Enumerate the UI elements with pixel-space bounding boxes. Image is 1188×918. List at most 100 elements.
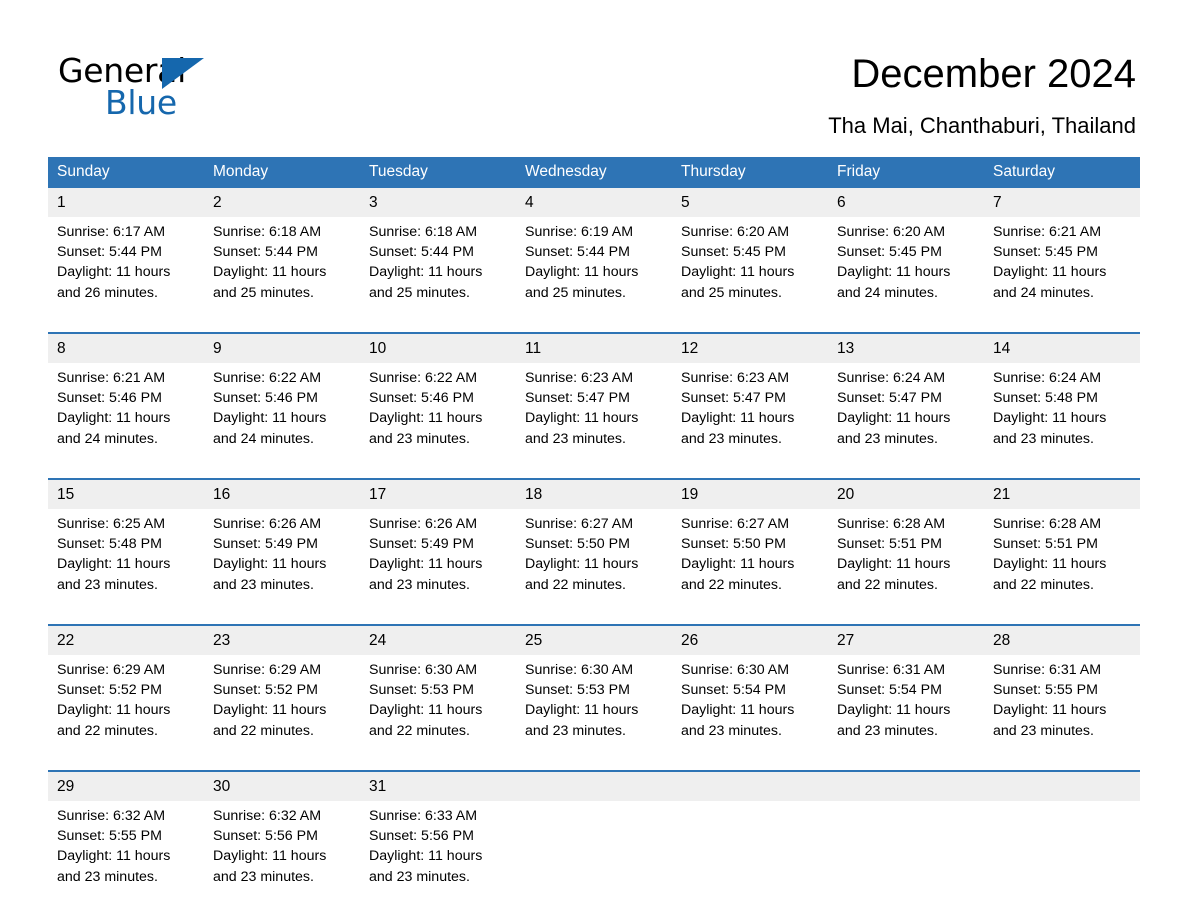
- week-date-row: 15 16 17 18 19 20 21: [48, 478, 1140, 509]
- day-cell: Sunrise: 6:24 AM Sunset: 5:48 PM Dayligh…: [984, 363, 1140, 479]
- daylight-text-line2: and 23 minutes.: [993, 430, 1094, 447]
- sunrise-text: Sunrise: 6:30 AM: [525, 662, 634, 678]
- daylight-text-line2: and 25 minutes.: [369, 284, 470, 301]
- sunrise-text: Sunrise: 6:22 AM: [369, 370, 478, 386]
- day-cell: Sunrise: 6:18 AM Sunset: 5:44 PM Dayligh…: [204, 217, 360, 333]
- day-cell: Sunrise: 6:33 AM Sunset: 5:56 PM Dayligh…: [360, 801, 516, 916]
- week-date-row: 29 30 31: [48, 770, 1140, 801]
- day-cell-empty: [828, 801, 984, 916]
- sunrise-text: Sunrise: 6:29 AM: [57, 662, 166, 678]
- sunrise-text: Sunrise: 6:26 AM: [369, 516, 478, 532]
- day-number: 12: [672, 332, 828, 363]
- sunset-text: Sunset: 5:46 PM: [57, 390, 162, 407]
- sunset-text: Sunset: 5:47 PM: [525, 390, 630, 407]
- sunset-text: Sunset: 5:52 PM: [213, 682, 318, 699]
- day-number: 23: [204, 624, 360, 655]
- daylight-text-line1: Daylight: 11 hours: [837, 410, 951, 427]
- day-cell: Sunrise: 6:27 AM Sunset: 5:50 PM Dayligh…: [672, 509, 828, 625]
- day-number: 17: [360, 478, 516, 509]
- daylight-text-line1: Daylight: 11 hours: [57, 556, 171, 573]
- daylight-text-line2: and 25 minutes.: [213, 284, 314, 301]
- daylight-text-line2: and 24 minutes.: [213, 430, 314, 447]
- day-number: 30: [204, 770, 360, 801]
- daylight-text-line1: Daylight: 11 hours: [369, 848, 483, 865]
- calendar-header-row: Sunday Monday Tuesday Wednesday Thursday…: [48, 157, 1140, 188]
- day-cell: Sunrise: 6:17 AM Sunset: 5:44 PM Dayligh…: [48, 217, 204, 333]
- daylight-text-line2: and 23 minutes.: [837, 430, 938, 447]
- sunset-text: Sunset: 5:49 PM: [369, 536, 474, 553]
- sunset-text: Sunset: 5:44 PM: [213, 244, 318, 261]
- weekday-header-tuesday: Tuesday: [360, 157, 516, 188]
- day-number: 9: [204, 332, 360, 363]
- sunrise-text: Sunrise: 6:24 AM: [993, 370, 1102, 386]
- weekday-header-saturday: Saturday: [984, 157, 1140, 188]
- day-cell: Sunrise: 6:30 AM Sunset: 5:53 PM Dayligh…: [516, 655, 672, 771]
- sunset-text: Sunset: 5:55 PM: [993, 682, 1098, 699]
- logo-text-blue: Blue: [105, 83, 177, 122]
- day-number: 28: [984, 624, 1140, 655]
- sunrise-text: Sunrise: 6:23 AM: [525, 370, 634, 386]
- sunset-text: Sunset: 5:50 PM: [681, 536, 786, 553]
- sunset-text: Sunset: 5:45 PM: [993, 244, 1098, 261]
- daylight-text-line1: Daylight: 11 hours: [993, 264, 1107, 281]
- daylight-text-line2: and 23 minutes.: [369, 576, 470, 593]
- day-number: 4: [516, 188, 672, 217]
- sunset-text: Sunset: 5:56 PM: [369, 828, 474, 845]
- daylight-text-line1: Daylight: 11 hours: [525, 410, 639, 427]
- day-cell: Sunrise: 6:25 AM Sunset: 5:48 PM Dayligh…: [48, 509, 204, 625]
- day-cell: Sunrise: 6:29 AM Sunset: 5:52 PM Dayligh…: [48, 655, 204, 771]
- daylight-text-line2: and 22 minutes.: [213, 722, 314, 739]
- week-info-row: Sunrise: 6:32 AM Sunset: 5:55 PM Dayligh…: [48, 801, 1140, 916]
- day-number-empty: [672, 770, 828, 801]
- calendar-page: General Blue December 2024 Tha Mai, Chan…: [0, 0, 1188, 918]
- daylight-text-line1: Daylight: 11 hours: [525, 702, 639, 719]
- daylight-text-line1: Daylight: 11 hours: [837, 264, 951, 281]
- sunrise-text: Sunrise: 6:26 AM: [213, 516, 322, 532]
- location-subtitle: Tha Mai, Chanthaburi, Thailand: [828, 113, 1136, 138]
- day-number: 2: [204, 188, 360, 217]
- day-number-empty: [828, 770, 984, 801]
- day-cell: Sunrise: 6:29 AM Sunset: 5:52 PM Dayligh…: [204, 655, 360, 771]
- daylight-text-line1: Daylight: 11 hours: [369, 702, 483, 719]
- day-cell: Sunrise: 6:22 AM Sunset: 5:46 PM Dayligh…: [360, 363, 516, 479]
- daylight-text-line2: and 23 minutes.: [681, 430, 782, 447]
- sunset-text: Sunset: 5:44 PM: [369, 244, 474, 261]
- sunset-text: Sunset: 5:55 PM: [57, 828, 162, 845]
- sunset-text: Sunset: 5:44 PM: [525, 244, 630, 261]
- day-cell-empty: [672, 801, 828, 916]
- sunset-text: Sunset: 5:46 PM: [213, 390, 318, 407]
- day-number: 18: [516, 478, 672, 509]
- daylight-text-line2: and 25 minutes.: [525, 284, 626, 301]
- daylight-text-line1: Daylight: 11 hours: [993, 702, 1107, 719]
- day-cell: Sunrise: 6:32 AM Sunset: 5:55 PM Dayligh…: [48, 801, 204, 916]
- sunrise-text: Sunrise: 6:21 AM: [57, 370, 166, 386]
- day-number: 14: [984, 332, 1140, 363]
- weekday-header-thursday: Thursday: [672, 157, 828, 188]
- day-cell: Sunrise: 6:18 AM Sunset: 5:44 PM Dayligh…: [360, 217, 516, 333]
- daylight-text-line1: Daylight: 11 hours: [993, 556, 1107, 573]
- day-number: 29: [48, 770, 204, 801]
- day-cell: Sunrise: 6:23 AM Sunset: 5:47 PM Dayligh…: [516, 363, 672, 479]
- page-title: December 2024: [851, 52, 1136, 96]
- week-date-row: 22 23 24 25 26 27 28: [48, 624, 1140, 655]
- daylight-text-line2: and 22 minutes.: [57, 722, 158, 739]
- sunset-text: Sunset: 5:56 PM: [213, 828, 318, 845]
- daylight-text-line1: Daylight: 11 hours: [213, 702, 327, 719]
- day-number: 11: [516, 332, 672, 363]
- daylight-text-line1: Daylight: 11 hours: [213, 264, 327, 281]
- week-info-row: Sunrise: 6:17 AM Sunset: 5:44 PM Dayligh…: [48, 217, 1140, 333]
- sunrise-text: Sunrise: 6:33 AM: [369, 808, 478, 824]
- sunrise-text: Sunrise: 6:20 AM: [681, 224, 790, 240]
- day-cell: Sunrise: 6:28 AM Sunset: 5:51 PM Dayligh…: [828, 509, 984, 625]
- week-info-row: Sunrise: 6:25 AM Sunset: 5:48 PM Dayligh…: [48, 509, 1140, 625]
- daylight-text-line1: Daylight: 11 hours: [369, 556, 483, 573]
- day-cell: Sunrise: 6:22 AM Sunset: 5:46 PM Dayligh…: [204, 363, 360, 479]
- sunset-text: Sunset: 5:48 PM: [57, 536, 162, 553]
- sunrise-text: Sunrise: 6:19 AM: [525, 224, 634, 240]
- day-cell: Sunrise: 6:30 AM Sunset: 5:53 PM Dayligh…: [360, 655, 516, 771]
- day-cell: Sunrise: 6:32 AM Sunset: 5:56 PM Dayligh…: [204, 801, 360, 916]
- weekday-header-wednesday: Wednesday: [516, 157, 672, 188]
- sunrise-text: Sunrise: 6:30 AM: [369, 662, 478, 678]
- daylight-text-line2: and 22 minutes.: [681, 576, 782, 593]
- daylight-text-line1: Daylight: 11 hours: [57, 848, 171, 865]
